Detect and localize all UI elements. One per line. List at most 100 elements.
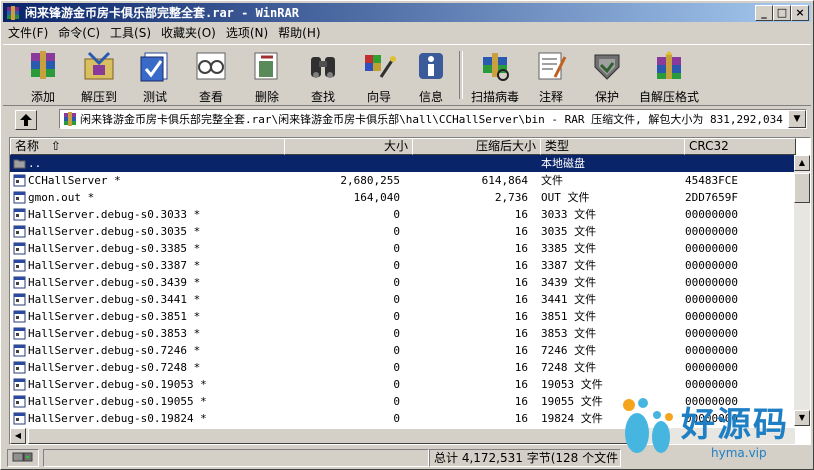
path-text: 闲来锋游金币房卡俱乐部完整全套.rar\闲来锋游金币房卡俱乐部\hall\CCH… [80,113,807,126]
sfx-icon [657,51,681,79]
column-name-label: 名称 [15,139,40,153]
file-icon [13,293,26,306]
column-size[interactable]: 大小 [284,138,413,155]
scroll-thumb[interactable] [794,173,810,203]
crc32-cell: 00000000 [685,242,738,255]
virus-scan-icon [483,53,509,81]
up-one-level-button[interactable] [15,110,37,130]
find-icon [311,57,335,78]
find-button[interactable]: 查找 [293,49,353,104]
table-row[interactable]: CCHallServer * 2,680,255 614,864 文件 45483FCE [10,172,795,189]
protect-button[interactable]: 保护 [577,49,637,104]
wizard-button[interactable]: 向导 [349,49,409,104]
test-label: 测试 [142,90,167,104]
view-button[interactable]: 查看 [181,49,241,104]
table-row[interactable]: HallServer.debug-s0.3441 * 0 16 3441 文件 0000… [10,291,795,308]
file-name-cell: HallServer.debug-s0.3035 * [28,225,201,238]
crc32-cell: 00000000 [685,259,738,272]
scroll-left-button[interactable]: ◀ [10,428,26,444]
file-icon [13,378,26,391]
path-dropdown-button[interactable]: ▼ [788,110,806,128]
table-row[interactable]: HallServer.debug-s0.3853 * 0 16 3853 文件 0000… [10,325,795,342]
file-icon [13,361,26,374]
hscroll-thumb[interactable] [28,428,630,444]
vertical-scrollbar[interactable]: ▲ ▼ [794,155,810,426]
parent-folder-row[interactable]: .. 本地磁盘 [10,155,795,172]
menu-tools[interactable]: 工具(S) [105,24,156,41]
table-row[interactable]: HallServer.debug-s0.7248 * 0 16 7248 文件 0000… [10,359,795,376]
file-type-cell: 文件 [541,174,563,187]
close-button[interactable]: × [791,5,809,21]
menu-help[interactable]: 帮助(H) [273,24,325,41]
packed-size-cell: 16 [514,327,528,340]
column-crc32[interactable]: CRC32 [684,138,796,155]
view-icon [196,52,226,80]
table-row[interactable]: HallServer.debug-s0.3439 * 0 16 3439 文件 0000… [10,274,795,291]
drive-status-panel[interactable] [7,449,39,467]
file-name-cell: HallServer.debug-s0.3033 * [28,208,201,221]
packed-size-cell: 614,864 [481,174,528,187]
selection-status [43,449,429,467]
protect-icon [594,54,620,80]
crc32-cell: 00000000 [685,310,738,323]
info-button[interactable]: 信息 [401,49,461,104]
add-button[interactable]: 添加 [13,49,73,104]
file-type-cell: 7248 文件 [541,361,597,374]
table-row[interactable]: HallServer.debug-s0.3033 * 0 16 3033 文件 0000… [10,206,795,223]
test-button[interactable]: 测试 [125,49,185,104]
sfx-label: 自解压格式 [638,90,699,104]
file-type-cell: 3851 文件 [541,310,597,323]
file-type-cell: 3387 文件 [541,259,597,272]
virus-scan-label: 扫描病毒 [470,90,519,104]
table-row[interactable]: HallServer.debug-s0.3035 * 0 16 3035 文件 0000… [10,223,795,240]
maximize-button[interactable]: □ [773,5,791,21]
file-size-cell: 0 [393,208,400,221]
menu-commands[interactable]: 命令(C) [53,24,105,41]
info-icon [419,53,443,79]
virus-scan-button[interactable]: 扫描病毒 [465,49,525,104]
file-icon [13,276,26,289]
table-row[interactable]: HallServer.debug-s0.7246 * 0 16 7246 文件 0000… [10,342,795,359]
packed-size-cell: 16 [514,378,528,391]
table-row[interactable]: HallServer.debug-s0.3851 * 0 16 3851 文件 0000… [10,308,795,325]
minimize-button[interactable]: _ [755,5,773,21]
total-status: 总计 4,172,531 字节(128 个文件 [429,449,621,467]
watermark-logo: 好源码 hyma.vip [615,391,814,467]
table-row[interactable]: gmon.out * 164,040 2,736 OUT 文件 2DD7659F [10,189,795,206]
sfx-button[interactable]: 自解压格式 [629,49,709,104]
crc32-cell: 00000000 [685,225,738,238]
column-header: 名称 ⇧ 大小 压缩后大小 类型 CRC32 [10,138,796,155]
file-size-cell: 0 [393,412,400,425]
file-type-cell: 3035 文件 [541,225,597,238]
table-row[interactable]: HallServer.debug-s0.3387 * 0 16 3387 文件 0000… [10,257,795,274]
watermark-text: 好源码 [681,405,789,445]
file-size-cell: 0 [393,276,400,289]
menu-options[interactable]: 选项(N) [221,24,273,41]
scroll-up-button[interactable]: ▲ [794,155,810,171]
path-combobox[interactable]: 闲来锋游金币房卡俱乐部完整全套.rar\闲来锋游金币房卡俱乐部\hall\CCH… [59,109,807,129]
menu-favorites[interactable]: 收藏夹(O) [156,24,221,41]
file-type-cell: 3385 文件 [541,242,597,255]
column-type[interactable]: 类型 [540,138,685,155]
file-rows: .. 本地磁盘 CCHallServer * 2,680,255 614,864 文件 45… [10,155,795,427]
title-bar[interactable]: 闲来锋游金币房卡俱乐部完整全套.rar - WinRAR _ □ × [3,3,811,22]
file-type-cell: 本地磁盘 [541,157,585,170]
file-size-cell: 2,680,255 [340,174,400,187]
column-name[interactable]: 名称 ⇧ [10,138,285,155]
menu-bar: 文件(F) 命令(C) 工具(S) 收藏夹(O) 选项(N) 帮助(H) [3,23,326,42]
extract-to-label: 解压到 [80,90,117,104]
file-size-cell: 0 [393,378,400,391]
column-packed[interactable]: 压缩后大小 [412,138,541,155]
menu-file[interactable]: 文件(F) [3,24,53,41]
comment-button[interactable]: 注释 [521,49,581,104]
extract-to-button[interactable]: 解压到 [69,49,129,104]
delete-button[interactable]: 删除 [237,49,297,104]
file-type-cell: 7246 文件 [541,344,597,357]
file-name-cell: HallServer.debug-s0.3387 * [28,259,201,272]
file-icon [13,242,26,255]
file-size-cell: 0 [393,361,400,374]
view-label: 查看 [198,90,223,104]
packed-size-cell: 16 [514,276,528,289]
file-icon [13,412,26,425]
table-row[interactable]: HallServer.debug-s0.3385 * 0 16 3385 文件 0000… [10,240,795,257]
